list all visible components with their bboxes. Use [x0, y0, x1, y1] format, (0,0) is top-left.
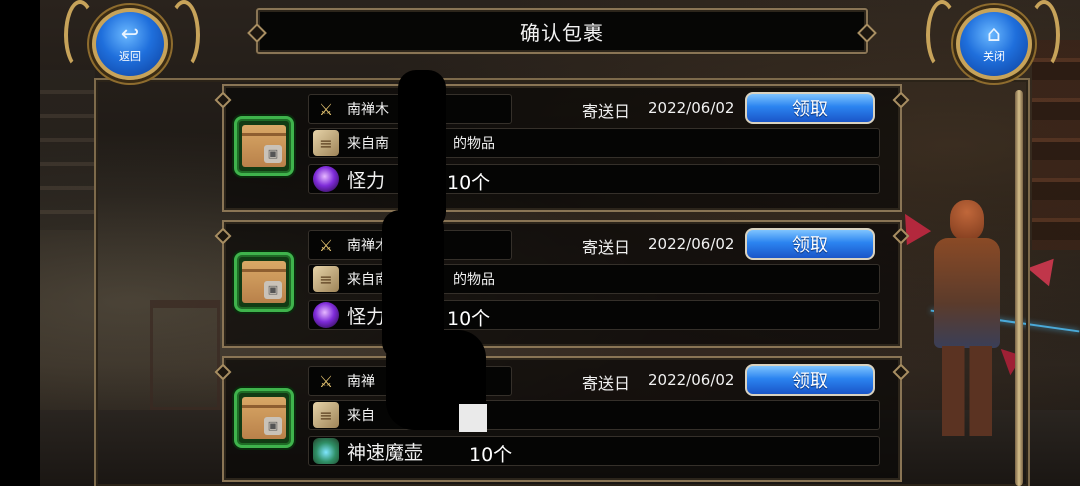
close-button-label: 关闭 [983, 50, 1005, 63]
claim-button[interactable]: 领取 [745, 228, 875, 260]
item-quantity: 10个 [469, 444, 513, 466]
item-field: 怪力 10个 [308, 164, 880, 194]
close-button[interactable]: ⌂ 关闭 [956, 8, 1032, 80]
parcel-box-icon: ▣ [234, 252, 294, 312]
parcel-row: ▣ ⚔ 南禅木 寄送日 2022/06/02 领取 ≡ 来自南 的物品 怪力 1… [222, 84, 902, 212]
background-bookshelf-right [1032, 40, 1080, 250]
subject-suffix: 的物品 [453, 272, 495, 288]
return-arrow-icon: ↩ [120, 22, 140, 47]
item-quantity: 10个 [447, 172, 491, 194]
page-title: 确认包裹 [520, 20, 604, 45]
item-name: 神速魔壶 [347, 441, 424, 464]
ornament-horn-right [926, 0, 958, 70]
crossed-swords-icon: ⚔ [318, 99, 334, 119]
parcel-row: ▣ ⚔ 南禅木 寄送日 2022/06/02 领取 ≡ 来自南 的物品 怪力 1… [222, 220, 902, 348]
screen-left-bezel [0, 0, 40, 486]
subject-prefix: 来自南 [347, 136, 389, 152]
parcel-box-icon: ▣ [234, 116, 294, 176]
subject-field: ≡ 来自南 的物品 [308, 128, 880, 158]
item-field: 神速魔壶 10个 [308, 436, 880, 466]
send-date-value: 2022/06/02 [648, 235, 735, 253]
ornament-horn-right [1028, 0, 1060, 70]
sender-name: 南禅 [347, 374, 375, 390]
ornament-horn-left [168, 0, 200, 70]
redaction-mark [398, 70, 446, 230]
send-date-value: 2022/06/02 [648, 371, 735, 389]
home-icon: ⌂ [987, 22, 1001, 47]
redaction-patch [459, 404, 487, 432]
scroll-icon: ≡ [313, 402, 339, 428]
send-date-label: 寄送日 [582, 238, 631, 257]
back-button[interactable]: ↩ 返回 [92, 8, 168, 80]
item-name: 怪力 [347, 305, 386, 328]
ornament-horn-left [64, 0, 96, 70]
crossed-swords-icon: ⚔ [318, 235, 334, 255]
parcel-box-icon: ▣ [234, 388, 294, 448]
send-date-label: 寄送日 [582, 374, 631, 393]
parcel-list-scrollbar[interactable] [1015, 90, 1023, 486]
red-crystal-2 [1027, 249, 1065, 287]
back-button-label: 返回 [119, 50, 141, 63]
scroll-icon: ≡ [313, 130, 339, 156]
parcel-row: ▣ ⚔ 南禅 寄送日 2022/06/02 领取 ≡ 来自 神速魔壶 10个 [222, 356, 902, 482]
claim-button[interactable]: 领取 [745, 92, 875, 124]
sender-name: 南禅木 [347, 102, 389, 118]
send-date-value: 2022/06/02 [648, 99, 735, 117]
purple-orb-icon [313, 302, 339, 328]
crossed-swords-icon: ⚔ [318, 371, 334, 391]
title-bar: 确认包裹 [256, 8, 868, 54]
subject-prefix: 来自 [347, 408, 375, 424]
scroll-icon: ≡ [313, 266, 339, 292]
item-name: 怪力 [347, 169, 386, 192]
send-date-label: 寄送日 [582, 102, 631, 121]
claim-button[interactable]: 领取 [745, 364, 875, 396]
subject-suffix: 的物品 [453, 136, 495, 152]
item-quantity: 10个 [447, 308, 491, 330]
green-potion-icon [313, 438, 339, 464]
background-bookshelf-left [40, 70, 95, 230]
purple-orb-icon [313, 166, 339, 192]
